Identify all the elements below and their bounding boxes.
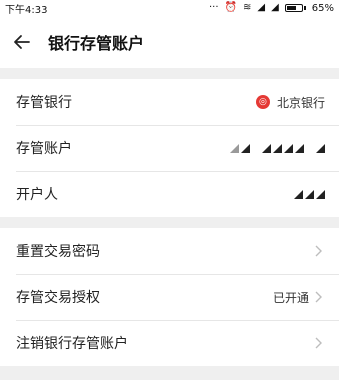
reset-password-row[interactable]: 重置交易密码 — [0, 228, 339, 274]
account-number-masked — [230, 143, 325, 153]
chevron-right-icon — [313, 244, 325, 258]
cancel-account-row[interactable]: 注销银行存管账户 — [0, 320, 339, 366]
account-label: 存管账户 — [16, 141, 72, 157]
account-row: 存管账户 — [0, 125, 339, 171]
app-header: 银行存管账户 — [0, 16, 339, 68]
wifi-icon: ≋ — [242, 2, 252, 13]
alarm-icon: ⏰ — [224, 2, 237, 13]
signal-icon: ◢ — [257, 2, 266, 13]
holder-label: 开户人 — [16, 187, 58, 203]
back-button[interactable] — [12, 32, 32, 52]
bank-logo-icon: ◎ — [255, 95, 270, 109]
status-time: 下午4:33 — [5, 4, 48, 16]
more-icon: ··· — [208, 2, 219, 13]
battery-icon — [284, 4, 306, 12]
bank-name: 北京银行 — [276, 95, 325, 110]
status-bar: 下午4:33 ··· ⏰ ≋ ◢ ◢ 65% — [0, 0, 339, 16]
bottom-spacer — [0, 366, 339, 380]
account-info-section: 存管银行 ◎ 北京银行 存管账户 开户人 — [0, 79, 339, 217]
page-title: 银行存管账户 — [48, 34, 145, 53]
bank-label: 存管银行 — [16, 95, 72, 111]
section-divider-2 — [0, 217, 339, 228]
authorization-status: 已开通 — [272, 290, 309, 305]
holder-name-masked — [294, 189, 325, 199]
bank-value: ◎ 北京银行 — [255, 94, 325, 111]
account-actions-section: 重置交易密码 存管交易授权 已开通 注销银行存管账户 — [0, 228, 339, 366]
chevron-right-icon — [313, 336, 325, 350]
arrow-left-icon — [14, 35, 30, 49]
cancel-account-label: 注销银行存管账户 — [16, 336, 128, 352]
reset-password-label: 重置交易密码 — [16, 244, 100, 260]
authorization-row[interactable]: 存管交易授权 已开通 — [0, 274, 339, 320]
holder-row: 开户人 — [0, 171, 339, 217]
battery-percent: 65% — [311, 2, 334, 14]
authorization-label: 存管交易授权 — [16, 290, 100, 306]
bank-row: 存管银行 ◎ 北京银行 — [0, 79, 339, 125]
signal-icon-2: ◢ — [271, 2, 279, 13]
authorization-right: 已开通 — [273, 289, 325, 306]
chevron-right-icon — [313, 290, 325, 304]
section-divider — [0, 68, 339, 79]
status-icons: ··· ⏰ ≋ ◢ ◢ 65% — [209, 3, 334, 14]
